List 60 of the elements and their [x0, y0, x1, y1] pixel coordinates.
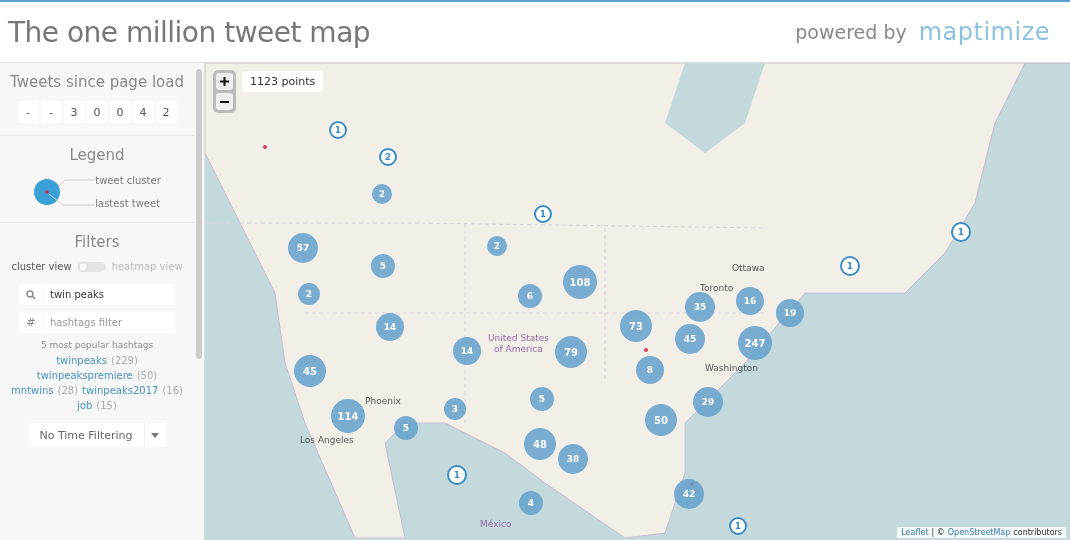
counter-digit: 4 [132, 101, 154, 123]
page-title: The one million tweet map [8, 15, 371, 49]
attribution-text: | © [931, 528, 945, 537]
hashtag-count: (50) [136, 369, 158, 383]
map-label: United States [488, 333, 549, 343]
hashtag-link[interactable]: twinpeakspremiere [36, 368, 133, 383]
hashtag-link[interactable]: twinpeaks2017 [82, 383, 159, 398]
cluster-marker[interactable]: 5 [394, 416, 418, 440]
hash-icon: # [19, 312, 43, 333]
cluster-marker[interactable]: 29 [693, 387, 723, 417]
zoom-out-button[interactable] [216, 93, 233, 110]
plus-icon [220, 77, 229, 86]
attribution-text: contributors [1013, 528, 1062, 537]
hashtag-count: (28) [57, 384, 79, 398]
minus-icon [220, 100, 229, 103]
search-field[interactable]: twin peaks [44, 284, 175, 305]
toggle-label: cluster view [11, 261, 72, 272]
counter-digit: 2 [155, 101, 177, 123]
section-title: Legend [69, 146, 125, 164]
scrollbar-thumb[interactable] [196, 69, 202, 359]
hashtag-count: (16) [162, 384, 183, 398]
points-count: 1123 points [242, 71, 324, 92]
counter-digit: 0 [86, 101, 108, 123]
map-label: Toronto [700, 283, 734, 293]
cluster-marker[interactable]: 4 [519, 491, 543, 515]
powered-by-text: powered by [795, 21, 907, 43]
logo-text: maptimize [918, 18, 1050, 46]
hashtag-field[interactable]: hashtags filter [44, 312, 175, 333]
hashtag-link[interactable]: job [77, 398, 93, 413]
tweet-marker[interactable]: 1 [951, 222, 971, 242]
cluster-marker[interactable]: 19 [776, 299, 804, 327]
caret-icon [151, 432, 159, 438]
counter-digit: - [17, 101, 39, 123]
map-label: Phoenix [365, 396, 401, 406]
map-label: Washington [705, 363, 758, 373]
counter-digit: - [40, 101, 62, 123]
tweet-marker[interactable]: 1 [447, 465, 467, 485]
section-title: Tweets since page load [10, 73, 184, 91]
map-label: of America [494, 344, 543, 354]
hashtag-count: (229) [111, 354, 138, 368]
map-label: Los Angeles [300, 435, 354, 445]
hashtag-link[interactable]: mntwins [11, 383, 54, 398]
counter-digit: 3 [63, 101, 85, 123]
zoom-in-button[interactable] [216, 73, 233, 90]
legend-label: tweet cluster [95, 175, 161, 186]
map-label: Ottawa [732, 263, 765, 273]
toggle-label: heatmap view [111, 261, 183, 272]
hashtag-count: (15) [96, 399, 117, 413]
section-title: Filters [74, 233, 120, 251]
cluster-marker[interactable]: 42 [674, 479, 704, 509]
search-icon [19, 284, 43, 305]
hashtag-link[interactable]: twinpeaks [56, 353, 107, 368]
tweet-marker[interactable]: 1 [729, 517, 747, 535]
osm-link[interactable]: OpenStreetMap [947, 528, 1011, 537]
counter-digit: 0 [109, 101, 131, 123]
leaflet-link[interactable]: Leaflet [901, 528, 929, 537]
popular-hashtags-title: 5 most popular hashtags [40, 340, 154, 350]
legend-label: lastest tweet [95, 198, 161, 209]
view-toggle[interactable] [77, 261, 106, 272]
map-label: México [480, 519, 512, 529]
